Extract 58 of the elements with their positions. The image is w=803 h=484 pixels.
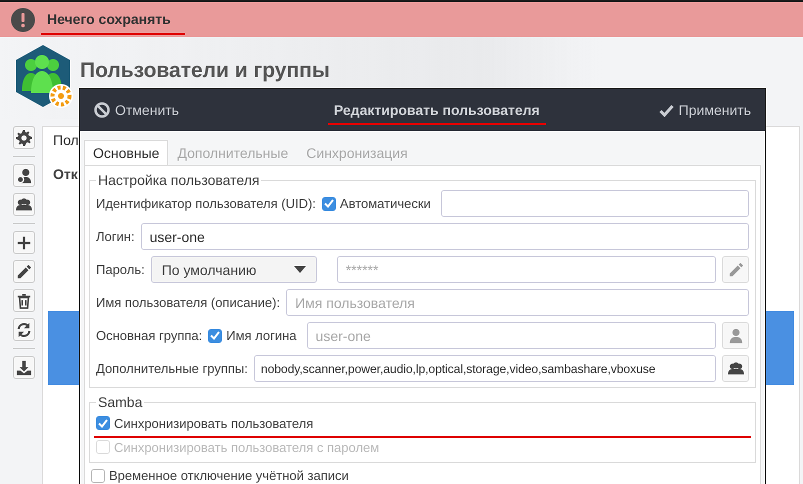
checkbox-label: Синхронизировать пользователя с паролем — [114, 440, 380, 454]
download-button[interactable] — [13, 356, 35, 379]
checkbox-label: Имя логина — [226, 328, 297, 343]
users-icon — [728, 360, 744, 376]
group-title: Настройка пользователя — [97, 172, 260, 188]
input-field[interactable]: user-one — [306, 322, 716, 349]
input-field[interactable]: Имя пользователя — [286, 289, 749, 316]
field-label: Дополнительные группы: — [96, 361, 248, 376]
alert-icon — [11, 8, 35, 32]
input-field[interactable] — [440, 190, 749, 217]
settings-button[interactable] — [13, 126, 35, 149]
tab[interactable]: Пол — [53, 132, 79, 148]
cancel-icon — [94, 102, 110, 118]
input-field[interactable]: user-one — [140, 223, 749, 250]
field-label: Пароль: — [96, 262, 145, 277]
app-title: Пользователи и группы — [80, 59, 330, 83]
checkbox[interactable] — [91, 468, 105, 482]
input-field[interactable]: nobody,scanner,power,audio,lp,optical,storage,video,sambashare,vboxuse — [254, 355, 716, 382]
download-icon — [16, 360, 32, 376]
password-dropdown[interactable]: По умолчанию — [150, 256, 317, 283]
groups-button[interactable] — [722, 355, 749, 382]
groups-button[interactable] — [13, 193, 35, 216]
tab[interactable]: Основные — [84, 140, 168, 165]
refresh-button[interactable] — [13, 318, 35, 341]
column-header: Отк — [53, 166, 78, 182]
field-label: Идентификатор пользователя (UID): — [96, 196, 316, 211]
delete-button[interactable] — [13, 289, 35, 312]
checkbox-label: Синхронизировать пользователя — [114, 416, 314, 430]
checkbox[interactable] — [96, 416, 110, 430]
pencil-icon — [728, 262, 744, 278]
check-icon — [658, 104, 674, 116]
checkbox[interactable] — [208, 328, 222, 342]
checkbox-label: Автоматически — [340, 196, 431, 211]
plus-icon — [16, 234, 32, 250]
input-field[interactable]: ****** — [336, 256, 716, 283]
user-button[interactable] — [722, 322, 749, 349]
app-logo-icon — [14, 45, 74, 109]
user-gear-icon — [16, 168, 32, 184]
edit-button[interactable] — [13, 260, 35, 283]
apply-button[interactable]: Применить — [658, 102, 751, 118]
settings-icon — [16, 130, 32, 146]
field-label: Логин: — [96, 229, 135, 244]
user-icon — [728, 328, 744, 344]
checkbox[interactable] — [322, 196, 336, 210]
notification-text: Нечего сохранять — [47, 10, 171, 28]
user-settings-button[interactable] — [13, 164, 35, 187]
checkbox-label: Временное отключение учётной записи — [109, 468, 349, 483]
group-title: Samba — [97, 394, 144, 410]
dialog-title: Редактировать пользователя — [334, 102, 540, 118]
field-label: Имя пользователя (описание): — [96, 295, 280, 310]
field-label: Основная группа: — [96, 328, 202, 343]
refresh-icon — [16, 322, 32, 338]
add-button[interactable] — [13, 231, 35, 254]
cancel-button[interactable]: Отменить — [94, 102, 179, 118]
users-icon — [16, 196, 32, 212]
caret-icon — [294, 266, 306, 273]
pencil-icon — [16, 264, 32, 280]
trash-icon — [16, 292, 32, 308]
